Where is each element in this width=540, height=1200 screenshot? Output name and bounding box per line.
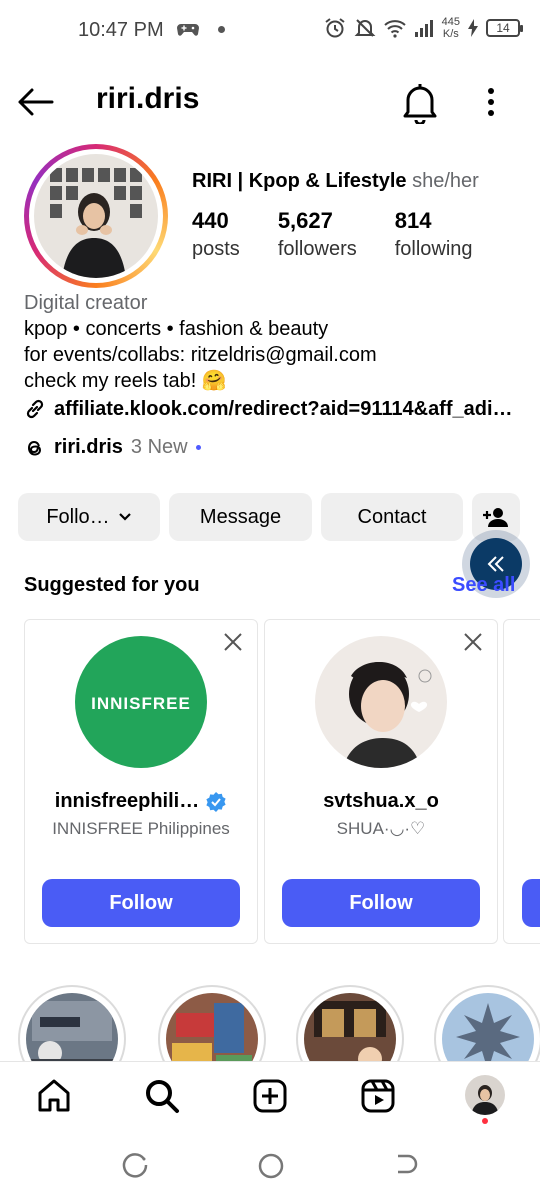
- back-button[interactable]: [16, 82, 56, 122]
- home-icon: [38, 1079, 70, 1112]
- avatar: [34, 154, 158, 278]
- mute-bell-icon: [354, 19, 376, 37]
- more-vertical-icon: [488, 88, 494, 116]
- back-system-icon: [398, 1154, 418, 1174]
- suggested-card-partial: [503, 619, 540, 944]
- add-person-icon: [483, 508, 508, 527]
- new-indicator-dot: [195, 445, 201, 450]
- profile-notification-dot: [482, 1118, 488, 1124]
- profile-actions: Follo… Message Contact: [18, 493, 520, 541]
- suggested-card: innisfree innisfreephili… INNISFREE Phil…: [24, 619, 258, 944]
- create-icon: [253, 1079, 287, 1113]
- bio-line: for events/collabs: ritzeldris@gmail.com: [24, 344, 377, 366]
- threads-badge[interactable]: riri.dris 3 New: [24, 436, 201, 459]
- suggested-title: Suggested for you: [24, 574, 200, 596]
- nav-search[interactable]: [142, 1076, 182, 1116]
- stat-posts[interactable]: 440 posts: [192, 208, 240, 261]
- close-icon: [224, 633, 242, 651]
- arrow-left-icon: [18, 88, 54, 116]
- dismiss-suggestion-button[interactable]: [461, 630, 485, 654]
- battery-indicator: 14: [486, 19, 523, 37]
- message-button[interactable]: Message: [169, 493, 312, 541]
- network-speed: 445 K/s: [441, 16, 460, 40]
- suggested-fullname: SHUA·◡·♡: [336, 819, 426, 838]
- more-options-button[interactable]: [478, 82, 504, 122]
- recent-apps-icon: [122, 1153, 148, 1178]
- pronouns: she/her: [412, 170, 479, 192]
- verified-badge-icon: [206, 791, 226, 812]
- notification-dot-icon: [218, 25, 225, 33]
- notifications-button[interactable]: [400, 80, 440, 126]
- bottom-navigation: [0, 1061, 540, 1133]
- suggested-username[interactable]: innisfreephili…: [55, 790, 199, 813]
- home-circle-icon: [258, 1153, 284, 1179]
- suggested-card: svtshua.x_o SHUA·◡·♡ Follow: [264, 619, 498, 944]
- link-icon: [26, 399, 44, 419]
- stat-followers[interactable]: 5,627 followers: [278, 208, 357, 261]
- see-all-link[interactable]: See all: [452, 574, 515, 597]
- follow-button[interactable]: [522, 879, 540, 927]
- bell-icon: [403, 84, 437, 126]
- wifi-icon: [383, 20, 406, 38]
- bio-line: check my reels tab! 🤗: [24, 370, 227, 392]
- dismiss-suggestion-button[interactable]: [221, 630, 245, 654]
- close-icon: [464, 633, 482, 651]
- category-label: Digital creator: [24, 292, 148, 314]
- search-icon: [146, 1080, 179, 1113]
- stat-following[interactable]: 814 following: [395, 208, 473, 261]
- follow-button[interactable]: Follow: [282, 879, 480, 927]
- display-name: RIRI | Kpop & Lifestyle she/her: [192, 170, 479, 192]
- system-navigation-bar: [0, 1133, 540, 1200]
- reels-icon: [361, 1079, 395, 1113]
- page-title: riri.dris: [96, 82, 200, 115]
- profile-bio: Digital creator kpop • concerts • fashio…: [24, 290, 524, 422]
- home-button[interactable]: [256, 1151, 286, 1181]
- suggested-fullname: INNISFREE Philippines: [52, 819, 230, 838]
- recent-apps-button[interactable]: [120, 1151, 150, 1181]
- avatar[interactable]: innisfree: [75, 636, 207, 768]
- profile-stats: 440 posts 5,627 followers 814 following: [192, 208, 511, 261]
- contact-button[interactable]: Contact: [321, 493, 463, 541]
- status-bar: 10:47 PM 445 K/s 14: [0, 0, 540, 60]
- nav-profile-avatar[interactable]: [465, 1075, 505, 1115]
- nav-home[interactable]: [34, 1076, 74, 1116]
- profile-avatar-story-ring[interactable]: [24, 144, 168, 288]
- follow-button[interactable]: Follow: [42, 879, 240, 927]
- profile-header: riri.dris: [0, 78, 540, 128]
- bio-line: kpop • concerts • fashion & beauty: [24, 318, 329, 340]
- status-time: 10:47 PM: [78, 19, 164, 41]
- profile-link[interactable]: affiliate.klook.com/redirect?aid=91114&a…: [24, 396, 524, 422]
- suggested-username[interactable]: svtshua.x_o: [323, 790, 439, 813]
- charging-icon: [468, 19, 478, 37]
- chevron-down-icon: [118, 513, 131, 521]
- nav-reels[interactable]: [358, 1076, 398, 1116]
- following-dropdown-button[interactable]: Follo…: [18, 493, 160, 541]
- nav-create[interactable]: [250, 1076, 290, 1116]
- innisfree-logo: innisfree: [91, 688, 191, 715]
- threads-icon: [27, 440, 42, 456]
- signal-icon: [414, 20, 433, 37]
- back-system-button[interactable]: [390, 1151, 420, 1181]
- alarm-icon: [325, 18, 345, 38]
- avatar[interactable]: [315, 636, 447, 768]
- double-chevron-left-icon: [487, 556, 504, 572]
- game-controller-icon: [177, 24, 199, 36]
